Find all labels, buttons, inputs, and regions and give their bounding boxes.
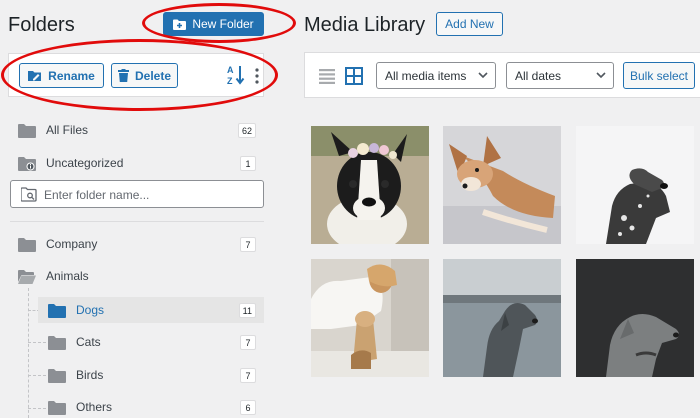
svg-text:A: A	[227, 65, 234, 75]
folder-info-icon	[18, 156, 36, 171]
folder-toolbar: Rename Delete A Z	[8, 53, 264, 97]
media-library-title: Media Library	[304, 14, 426, 36]
more-icon[interactable]	[255, 68, 259, 84]
add-new-button[interactable]: Add New	[436, 12, 503, 36]
folder-item-all-files[interactable]: All Files 62	[18, 117, 256, 143]
grid-view-icon[interactable]	[345, 67, 363, 85]
media-type-value: All media items	[385, 68, 467, 83]
folder-label: Company	[46, 237, 98, 251]
folder-label: Birds	[76, 368, 104, 382]
folder-item-cats[interactable]: Cats 7	[48, 329, 256, 355]
folders-title: Folders	[8, 14, 75, 36]
weimaraner-lake-photo	[443, 259, 561, 377]
new-folder-button[interactable]: New Folder	[163, 12, 264, 36]
folder-search-box	[10, 180, 264, 208]
folder-icon	[48, 335, 66, 350]
chihuahua-photo	[443, 126, 561, 244]
folder-count: 6	[240, 400, 256, 415]
search-folder-icon	[21, 187, 37, 202]
list-view-icon[interactable]	[319, 68, 335, 84]
date-filter-select[interactable]: All dates	[506, 62, 614, 89]
bulk-select-button[interactable]: Bulk select	[623, 62, 695, 89]
folder-label: Uncategorized	[46, 156, 124, 170]
chevron-down-icon	[596, 72, 606, 79]
folder-count: 11	[238, 303, 256, 318]
folder-search-input[interactable]	[44, 185, 254, 204]
folder-item-company[interactable]: Company 7	[18, 231, 256, 257]
folder-icon	[18, 123, 36, 138]
folder-label: All Files	[46, 123, 89, 137]
folder-count: 7	[240, 237, 256, 252]
folder-label: Animals	[46, 269, 89, 283]
date-filter-value: All dates	[515, 68, 562, 83]
folder-item-dogs[interactable]: Dogs 11	[38, 297, 264, 323]
media-filter-bar: All media items All dates Bulk select	[304, 52, 700, 98]
folder-item-others[interactable]: Others 6	[48, 394, 256, 418]
folder-label: Others	[76, 400, 113, 414]
folder-item-birds[interactable]: Birds 7	[48, 362, 256, 388]
trash-icon	[117, 69, 129, 82]
folder-label: Cats	[76, 335, 101, 349]
rename-icon	[28, 70, 42, 81]
media-thumbnail[interactable]	[576, 126, 694, 244]
new-folder-label: New Folder	[192, 17, 254, 31]
folder-count: 1	[240, 156, 256, 171]
folder-icon	[48, 368, 66, 383]
folder-icon	[48, 303, 66, 318]
delete-label: Delete	[134, 68, 172, 83]
chevron-down-icon	[478, 72, 488, 79]
sort-icon[interactable]: A Z	[226, 64, 246, 86]
divider	[10, 221, 264, 222]
folder-icon	[18, 237, 36, 252]
folder-label: Dogs	[76, 303, 105, 317]
folder-count: 7	[240, 368, 256, 383]
tree-guide	[28, 288, 29, 418]
boston-terrier-photo	[311, 126, 429, 244]
svg-text:Z: Z	[227, 76, 233, 86]
dalmatian-photo	[576, 126, 694, 244]
tree-guide	[28, 375, 46, 376]
folder-item-animals[interactable]: Animals	[18, 263, 256, 289]
delete-button[interactable]: Delete	[111, 63, 178, 88]
media-thumbnail[interactable]	[311, 259, 429, 377]
folder-count: 7	[240, 335, 256, 350]
folder-open-icon	[18, 269, 36, 284]
folders-panel: Folders New Folder Rename Delete A Z All…	[0, 0, 280, 418]
media-thumbnail[interactable]	[443, 126, 561, 244]
media-thumbnail[interactable]	[311, 126, 429, 244]
rename-button[interactable]: Rename	[19, 63, 104, 88]
media-thumbnail[interactable]	[443, 259, 561, 377]
media-thumbnail[interactable]	[576, 259, 694, 377]
folder-plus-icon	[173, 19, 187, 30]
folder-icon	[48, 400, 66, 415]
weimaraner-dark-photo	[576, 259, 694, 377]
tree-guide	[28, 408, 46, 409]
folder-count: 62	[237, 123, 256, 138]
rename-label: Rename	[48, 68, 95, 83]
media-type-select[interactable]: All media items	[376, 62, 496, 89]
woman-with-dog-photo	[311, 259, 429, 377]
folder-item-uncategorized[interactable]: Uncategorized 1	[18, 150, 256, 176]
tree-guide	[28, 342, 46, 343]
